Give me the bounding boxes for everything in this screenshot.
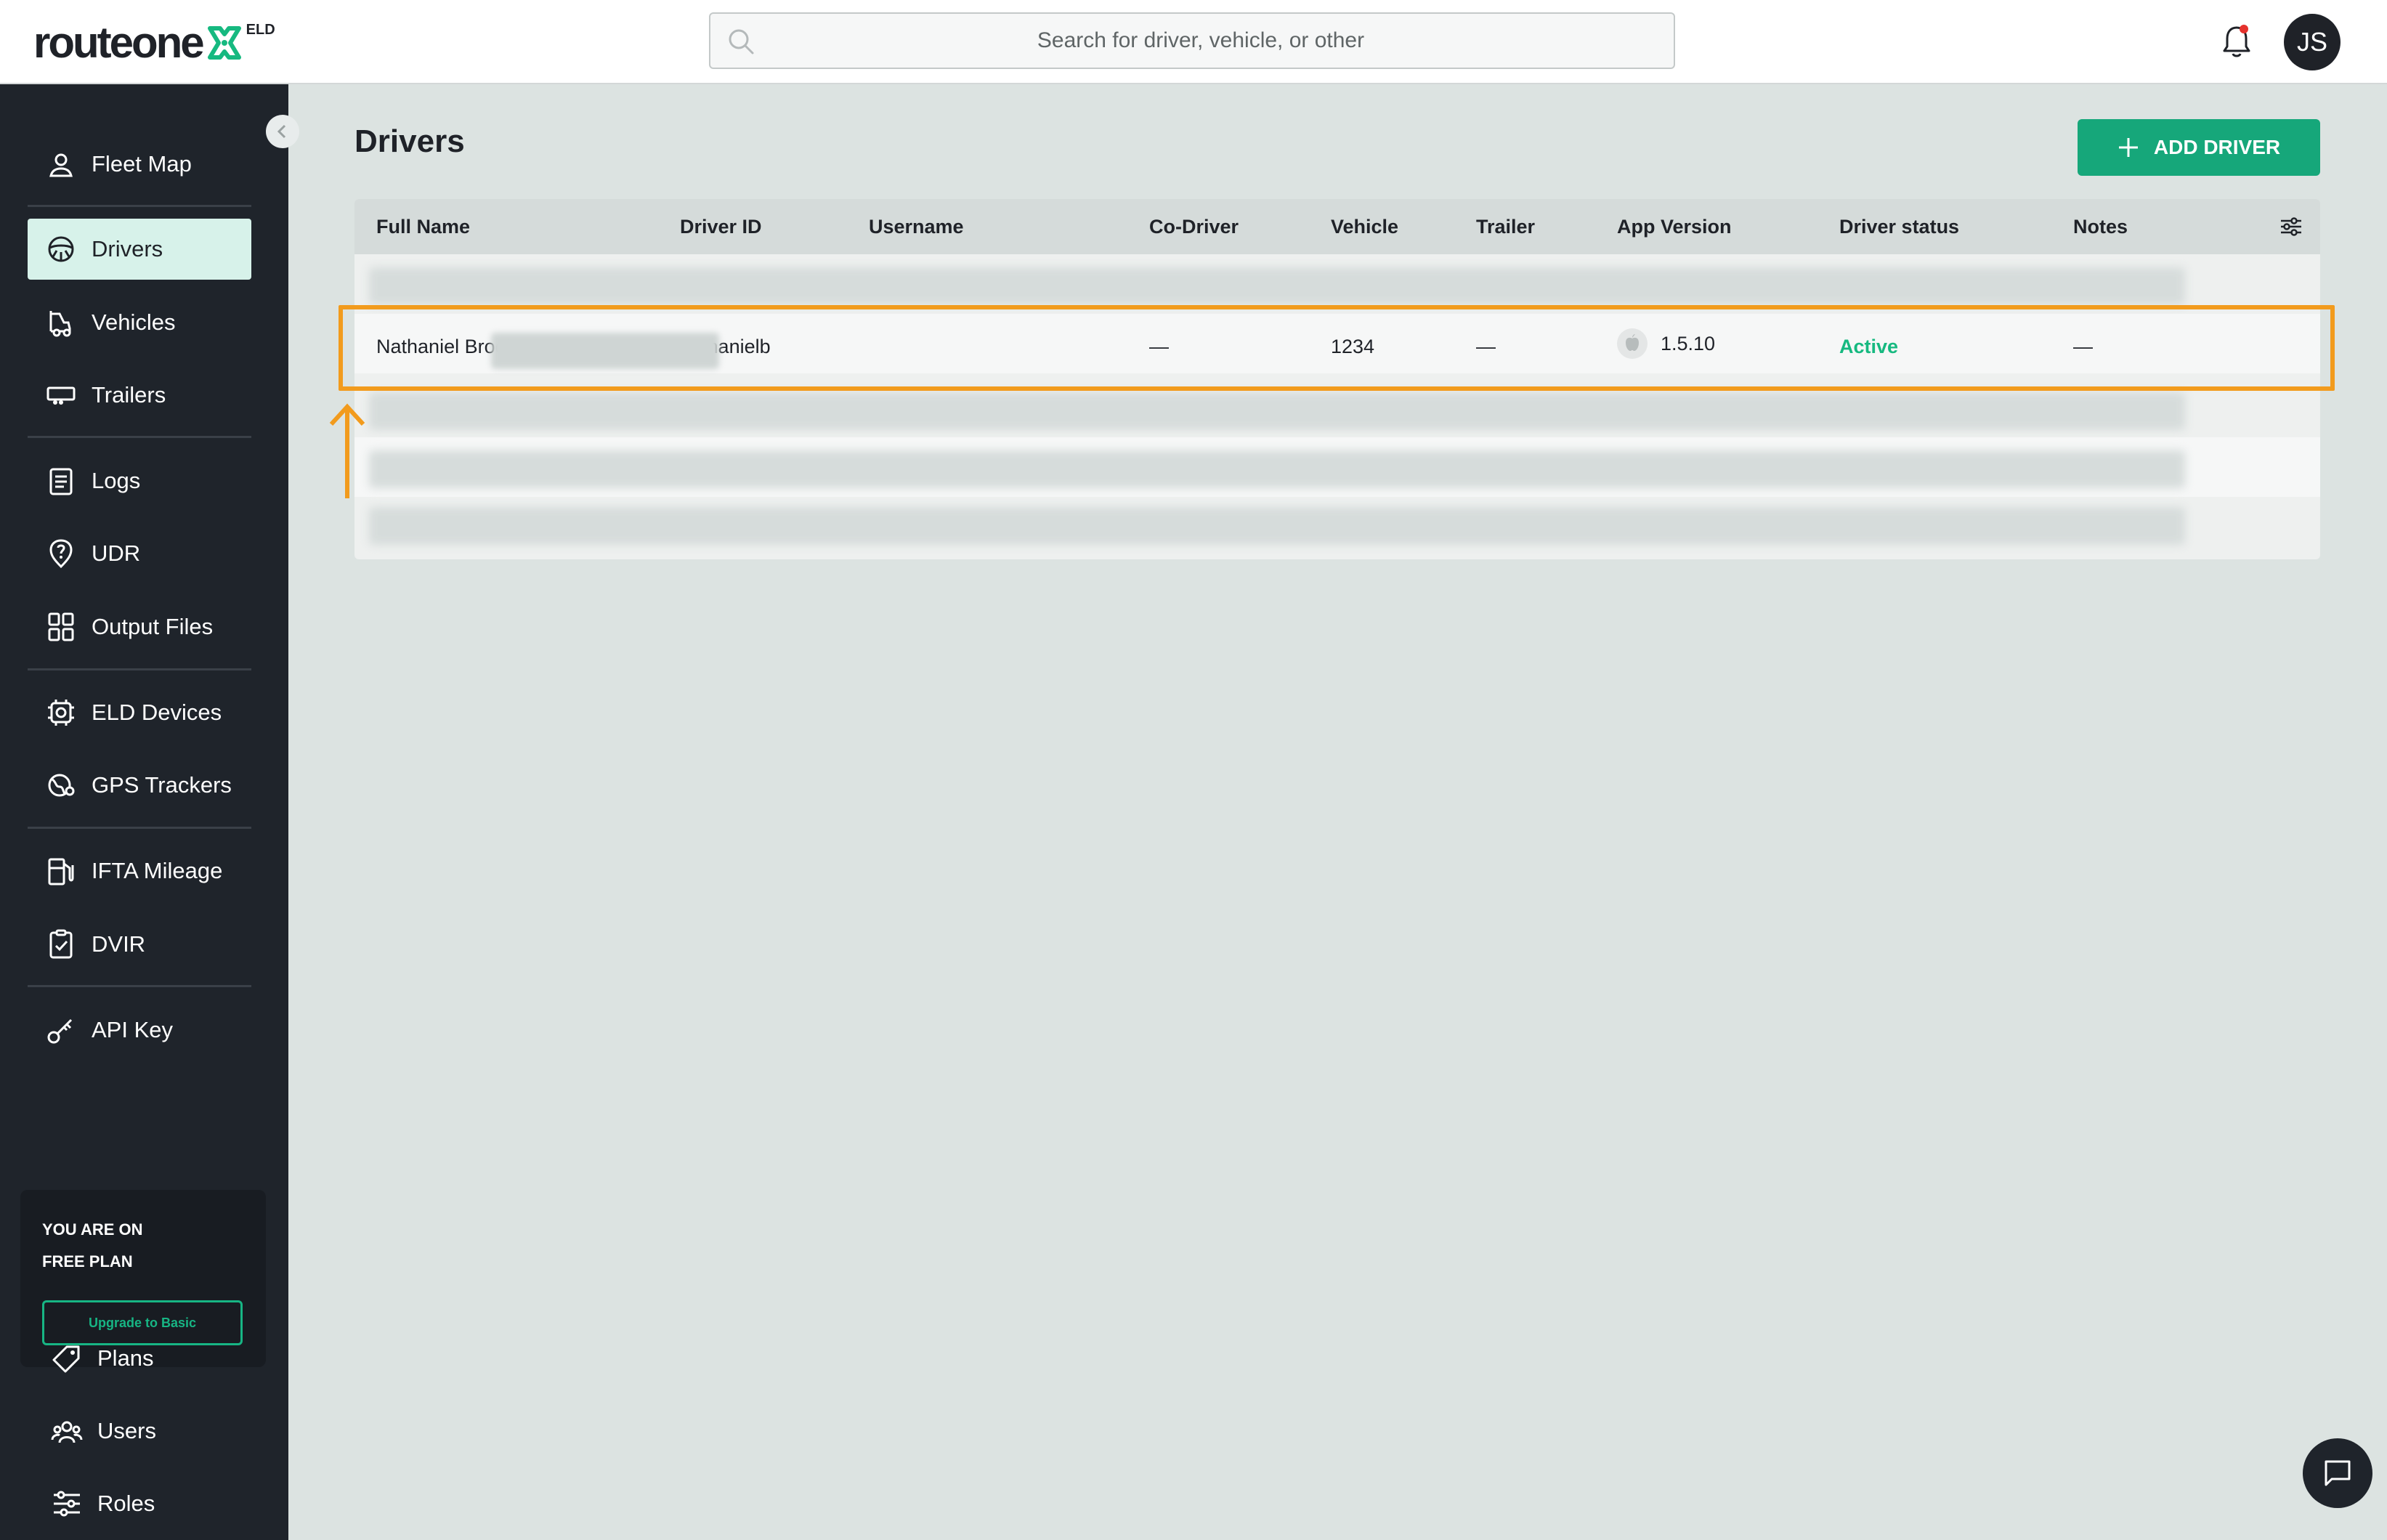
tag-icon	[52, 1345, 80, 1373]
sidebar-item-label: Output Files	[92, 614, 214, 639]
sidebar-item-logs[interactable]: Logs	[28, 450, 251, 511]
sidebar-item-plans[interactable]: Plans	[28, 1328, 251, 1389]
sidebar-item-roles[interactable]: Roles	[28, 1473, 251, 1534]
column-header-notes[interactable]: Notes	[2073, 199, 2128, 254]
sliders-icon	[54, 1491, 80, 1517]
sidebar-divider	[28, 827, 251, 829]
routeone-logo[interactable]: routeone ELD	[33, 19, 275, 67]
sidebar-item-label: API Key	[92, 1017, 173, 1042]
sidebar-divider	[28, 436, 251, 438]
logo-wordmark: routeone	[33, 18, 205, 67]
sidebar-item-label: Logs	[92, 468, 141, 493]
column-header-full-name[interactable]: Full Name	[376, 199, 470, 254]
sidebar: Fleet Map Drivers Vehicles Trailers Logs…	[0, 84, 288, 1540]
sidebar-item-label: Trailers	[92, 382, 166, 408]
key-icon	[47, 1018, 73, 1044]
blurred-table-row[interactable]	[369, 450, 2185, 488]
sidebar-item-label: UDR	[92, 540, 141, 566]
device-chip-icon	[48, 700, 74, 726]
chevron-left-icon	[277, 124, 286, 139]
add-driver-button[interactable]: ADD DRIVER	[2078, 119, 2320, 176]
sidebar-item-eld-devices[interactable]: ELD Devices	[28, 682, 251, 743]
row-highlight-box	[339, 305, 2335, 391]
truck-icon	[49, 311, 71, 337]
notification-bell-icon[interactable]	[2218, 22, 2255, 61]
chat-support-button[interactable]	[2303, 1438, 2372, 1508]
arrow-up-icon	[329, 403, 365, 498]
table-header: Full Name Driver ID Username Co-Driver V…	[354, 199, 2320, 254]
sidebar-divider	[28, 668, 251, 670]
user-avatar[interactable]: JS	[2284, 14, 2341, 70]
location-question-icon	[49, 539, 73, 569]
sidebar-item-output-files[interactable]: Output Files	[28, 596, 251, 657]
page-title: Drivers	[354, 123, 465, 159]
fuel-pump-icon	[48, 858, 74, 885]
blurred-table-row[interactable]	[369, 392, 2185, 430]
sidebar-item-label: Vehicles	[92, 309, 176, 335]
sidebar-item-dvir[interactable]: DVIR	[28, 914, 251, 975]
blurred-table-row[interactable]	[369, 507, 2185, 545]
sidebar-item-vehicles[interactable]: Vehicles	[28, 292, 251, 353]
sidebar-divider	[28, 985, 251, 987]
logo-eld-badge: ELD	[246, 22, 275, 38]
search-placeholder: Search for driver, vehicle, or other	[1037, 28, 1365, 52]
sidebar-item-users[interactable]: Users	[28, 1401, 251, 1462]
sidebar-item-label: Plans	[97, 1345, 154, 1371]
sidebar-item-drivers[interactable]: Drivers	[28, 219, 251, 280]
column-header-driver-status[interactable]: Driver status	[1839, 199, 1959, 254]
search-input[interactable]: Search for driver, vehicle, or other	[709, 12, 1675, 69]
sidebar-item-fleet-map[interactable]: Fleet Map	[28, 134, 251, 195]
checklist-icon	[49, 929, 73, 959]
sidebar-item-api-key[interactable]: API Key	[28, 1000, 251, 1061]
column-settings-icon[interactable]	[2279, 215, 2303, 238]
sidebar-item-udr[interactable]: UDR	[28, 523, 251, 584]
blurred-table-row[interactable]	[369, 267, 2185, 305]
add-driver-label: ADD DRIVER	[2153, 136, 2281, 158]
sidebar-collapse-button[interactable]	[266, 115, 299, 148]
steering-wheel-icon	[48, 236, 74, 262]
sidebar-item-label: ELD Devices	[92, 700, 222, 725]
sidebar-item-label: Fleet Map	[92, 151, 192, 177]
clipboard-list-icon	[49, 468, 73, 495]
column-header-username[interactable]: Username	[869, 199, 964, 254]
sidebar-item-gps-trackers[interactable]: GPS Trackers	[28, 755, 251, 816]
map-pin-icon	[49, 153, 73, 177]
column-header-trailer[interactable]: Trailer	[1476, 199, 1535, 254]
users-icon	[51, 1421, 83, 1443]
column-header-app-version[interactable]: App Version	[1617, 199, 1732, 254]
grid-files-icon	[48, 612, 74, 641]
sidebar-item-ifta-mileage[interactable]: IFTA Mileage	[28, 840, 251, 901]
column-header-vehicle[interactable]: Vehicle	[1331, 199, 1398, 254]
column-header-driver-id[interactable]: Driver ID	[680, 199, 762, 254]
chat-bubble-icon	[2325, 1460, 2351, 1486]
top-bar: routeone ELD Search for driver, vehicle,…	[0, 0, 2387, 84]
sidebar-item-label: Roles	[97, 1491, 155, 1516]
sidebar-divider	[28, 205, 251, 207]
plus-icon	[2118, 138, 2138, 157]
sidebar-item-label: Users	[97, 1418, 156, 1443]
sidebar-item-label: Drivers	[92, 236, 163, 262]
gps-tracker-icon	[48, 774, 75, 797]
sidebar-item-label: IFTA Mileage	[92, 858, 223, 883]
logo-x-mark-icon	[207, 26, 241, 60]
plan-line-2: FREE PLAN	[42, 1252, 133, 1270]
trailer-icon	[46, 386, 76, 405]
sidebar-item-trailers[interactable]: Trailers	[28, 365, 251, 426]
column-header-co-driver[interactable]: Co-Driver	[1149, 199, 1239, 254]
sidebar-item-label: GPS Trackers	[92, 772, 232, 798]
plan-line-1: YOU ARE ON	[42, 1220, 143, 1239]
sidebar-item-label: DVIR	[92, 931, 146, 957]
